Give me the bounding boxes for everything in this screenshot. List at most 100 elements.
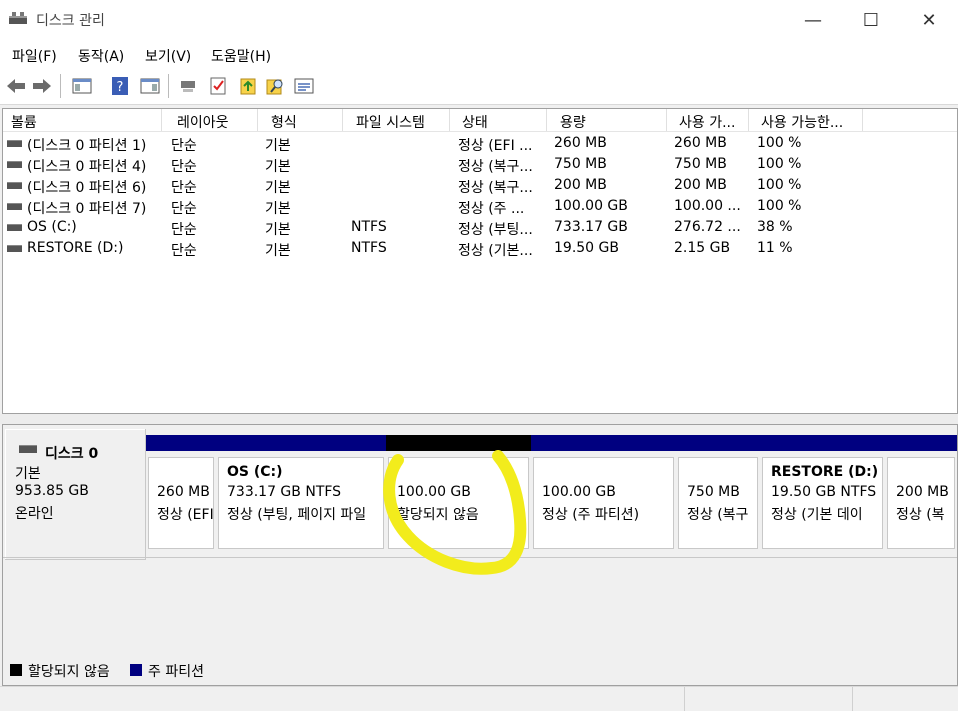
partition-size: 750 MB <box>687 484 740 500</box>
connect-icon[interactable] <box>178 76 198 96</box>
column-header-capacity[interactable]: 용량 <box>560 112 586 132</box>
disk-type: 기본 <box>15 466 41 482</box>
disk-row-divider <box>3 557 957 558</box>
cell-percent-free: 100 % <box>757 177 802 193</box>
minimize-button[interactable]: — <box>784 0 842 40</box>
title-bar: 디스크 관리 — ☐ ✕ <box>0 0 958 40</box>
svg-text:?: ? <box>117 80 124 95</box>
column-header-volume[interactable]: 볼륨 <box>11 112 37 132</box>
cell-volume: (디스크 0 파티션 6) <box>27 180 147 196</box>
table-row[interactable]: (디스크 0 파티션 6) 단순 기본 정상 (복구... 200 MB 200… <box>3 175 957 196</box>
cell-free-space: 276.72 ... <box>674 219 741 235</box>
partition-size: 260 MB <box>157 484 210 500</box>
partition-name: RESTORE (D:) <box>771 464 879 480</box>
cell-capacity: 100.00 GB <box>554 198 628 214</box>
column-header-percent-free[interactable]: 사용 가능한... <box>761 112 843 132</box>
volume-icon <box>7 161 22 168</box>
cell-capacity: 733.17 GB <box>554 219 628 235</box>
cell-volume: (디스크 0 파티션 7) <box>27 201 147 217</box>
partition-1[interactable]: 260 MB 정상 (EFI <box>146 435 216 549</box>
table-row[interactable]: RESTORE (D:) 단순 기본 NTFS 정상 (기본... 19.50 … <box>3 238 957 259</box>
close-button[interactable]: ✕ <box>900 0 958 40</box>
show-hide-console-tree-icon[interactable] <box>72 76 92 96</box>
menu-help[interactable]: 도움말(H) <box>211 46 271 66</box>
volume-icon <box>7 203 22 210</box>
partition-color-bar <box>386 435 531 451</box>
partition-status: 정상 (주 파티션) <box>542 507 640 523</box>
partition-name: OS (C:) <box>227 464 283 480</box>
export-icon[interactable] <box>238 76 258 96</box>
partition-color-bar <box>676 435 760 451</box>
cell-status: 정상 (부팅... <box>458 222 533 238</box>
toolbar: ? <box>0 68 958 105</box>
partition-7[interactable]: 100.00 GB 정상 (주 파티션) <box>531 435 676 549</box>
forward-icon[interactable] <box>32 76 52 96</box>
partition-size: 19.50 GB NTFS <box>771 484 877 500</box>
pane-splitter[interactable] <box>0 414 958 424</box>
show-hide-action-pane-icon[interactable] <box>140 76 160 96</box>
cell-type: 기본 <box>265 159 291 175</box>
volume-icon <box>7 245 22 252</box>
table-row[interactable]: (디스크 0 파티션 7) 단순 기본 정상 (주 ... 100.00 GB … <box>3 196 957 217</box>
legend: 할당되지 않음 주 파티션 <box>2 658 958 682</box>
table-row[interactable]: OS (C:) 단순 기본 NTFS 정상 (부팅... 733.17 GB 2… <box>3 217 957 238</box>
menu-action[interactable]: 동작(A) <box>78 46 124 66</box>
legend-label-primary: 주 파티션 <box>148 664 204 680</box>
toolbar-separator <box>60 74 61 98</box>
column-header-file-system[interactable]: 파일 시스템 <box>356 112 425 132</box>
volume-list-header: 볼륨 레이아웃 형식 파일 시스템 상태 용량 사용 가... 사용 가능한..… <box>3 109 957 132</box>
partition-box: 100.00 GB 정상 (주 파티션) <box>533 457 674 549</box>
partition-restore-d[interactable]: RESTORE (D:) 19.50 GB NTFS 정상 (기본 데이 <box>760 435 885 549</box>
table-row[interactable]: (디스크 0 파티션 1) 단순 기본 정상 (EFI ... 260 MB 2… <box>3 133 957 154</box>
properties-icon[interactable] <box>208 76 228 96</box>
partition-size: 200 MB <box>896 484 949 500</box>
volume-list: 볼륨 레이아웃 형식 파일 시스템 상태 용량 사용 가... 사용 가능한..… <box>2 108 958 414</box>
partition-box: OS (C:) 733.17 GB NTFS 정상 (부팅, 페이지 파일 <box>218 457 384 549</box>
partition-size: 733.17 GB NTFS <box>227 484 342 500</box>
toolbar-separator <box>168 74 169 98</box>
cell-status: 정상 (EFI ... <box>458 138 533 154</box>
cell-volume: OS (C:) <box>27 219 77 235</box>
partition-os-c[interactable]: OS (C:) 733.17 GB NTFS 정상 (부팅, 페이지 파일 <box>216 435 386 549</box>
partition-6[interactable]: 200 MB 정상 (복 <box>885 435 957 549</box>
partition-status: 정상 (부팅, 페이지 파일 <box>227 507 367 523</box>
cell-file-system: NTFS <box>351 219 387 235</box>
menu-file[interactable]: 파일(F) <box>12 46 57 66</box>
cell-layout: 단순 <box>171 201 197 217</box>
column-header-layout[interactable]: 레이아웃 <box>177 112 229 132</box>
column-header-status[interactable]: 상태 <box>462 112 488 132</box>
table-row[interactable]: (디스크 0 파티션 4) 단순 기본 정상 (복구... 750 MB 750… <box>3 154 957 175</box>
search-icon[interactable] <box>266 76 286 96</box>
partition-status: 정상 (기본 데이 <box>771 507 863 523</box>
partition-status: 정상 (복 <box>896 507 945 523</box>
partition-box: 260 MB 정상 (EFI <box>148 457 214 549</box>
partition-status: 정상 (복구 <box>687 507 749 523</box>
column-header-type[interactable]: 형식 <box>271 112 297 132</box>
column-header-free-space[interactable]: 사용 가... <box>679 112 735 132</box>
maximize-button[interactable]: ☐ <box>842 0 900 40</box>
menu-view[interactable]: 보기(V) <box>145 46 191 66</box>
partition-status: 정상 (EFI <box>157 507 214 523</box>
cell-volume: (디스크 0 파티션 4) <box>27 159 147 175</box>
cell-percent-free: 100 % <box>757 198 802 214</box>
partition-4[interactable]: 750 MB 정상 (복구 <box>676 435 760 549</box>
cell-capacity: 200 MB <box>554 177 607 193</box>
cell-volume: (디스크 0 파티션 1) <box>27 138 147 154</box>
cell-free-space: 2.15 GB <box>674 240 731 256</box>
cell-layout: 단순 <box>171 138 197 154</box>
partition-box: 200 MB 정상 (복 <box>887 457 955 549</box>
cell-status: 정상 (복구... <box>458 180 533 196</box>
partition-box: 750 MB 정상 (복구 <box>678 457 758 549</box>
partition-unallocated[interactable]: 100.00 GB 할당되지 않음 <box>386 435 531 549</box>
volume-icon <box>7 182 22 189</box>
disk-name: 디스크 0 <box>45 446 99 462</box>
settings-list-icon[interactable] <box>294 76 314 96</box>
cell-percent-free: 100 % <box>757 135 802 151</box>
disk-0-label[interactable]: 디스크 0 기본 953.85 GB 온라인 <box>5 429 146 560</box>
partition-box: 100.00 GB 할당되지 않음 <box>388 457 529 549</box>
back-icon[interactable] <box>6 76 26 96</box>
cell-type: 기본 <box>265 201 291 217</box>
partition-box: RESTORE (D:) 19.50 GB NTFS 정상 (기본 데이 <box>762 457 883 549</box>
disk-icon <box>19 445 37 453</box>
help-icon[interactable]: ? <box>110 76 130 96</box>
